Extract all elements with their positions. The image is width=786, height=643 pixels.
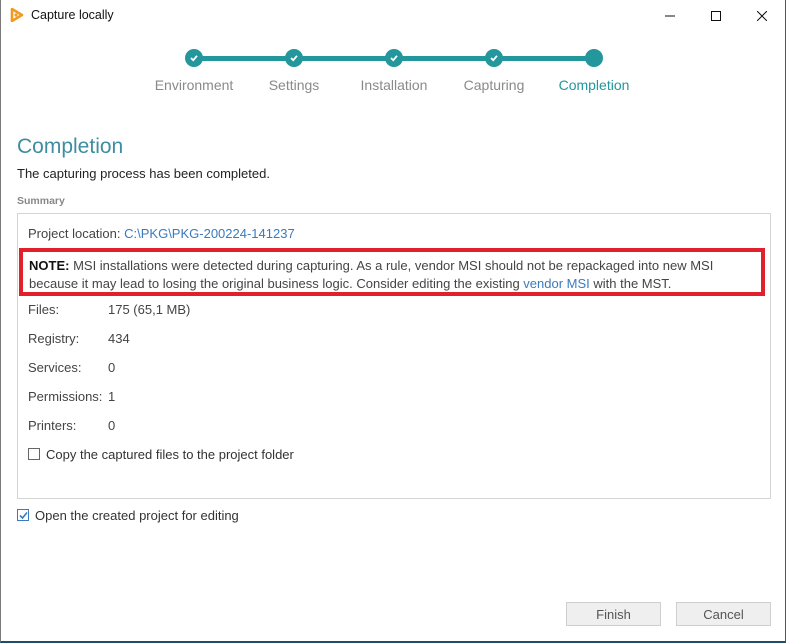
copy-files-checkbox[interactable]	[28, 448, 40, 460]
stat-row-files: Files: 175 (65,1 MB)	[28, 302, 190, 317]
step-label-installation: Installation	[360, 77, 428, 93]
step-environment-marker	[185, 49, 203, 67]
stat-row-permissions: Permissions: 1	[28, 389, 115, 404]
stat-label: Permissions:	[28, 389, 103, 404]
project-location-link[interactable]: C:\PKG\PKG-200224-141237	[124, 226, 295, 241]
step-settings-marker	[285, 49, 303, 67]
open-project-label: Open the created project for editing	[35, 508, 239, 523]
msi-warning-note: NOTE: MSI installations were detected du…	[19, 248, 765, 296]
stat-label: Registry:	[28, 331, 80, 346]
stat-value: 434	[108, 331, 130, 346]
step-label-completion: Completion	[558, 77, 630, 93]
close-button[interactable]	[739, 0, 785, 31]
finish-button[interactable]: Finish	[566, 602, 661, 626]
app-logo-icon	[10, 8, 24, 22]
step-completion-marker	[585, 49, 603, 67]
open-project-option[interactable]: Open the created project for editing	[17, 508, 239, 523]
stat-value: 0	[108, 418, 116, 433]
capture-locally-window: Capture locally Environment Settings Ins…	[0, 0, 786, 643]
maximize-button[interactable]	[693, 0, 739, 31]
open-project-checkbox[interactable]	[17, 509, 29, 521]
copy-files-option[interactable]: Copy the captured files to the project f…	[28, 447, 294, 462]
step-label-capturing: Capturing	[463, 77, 525, 93]
stat-row-registry: Registry: 434	[28, 331, 130, 346]
step-label-environment: Environment	[154, 77, 234, 93]
step-installation-marker	[385, 49, 403, 67]
project-location-label: Project location:	[28, 226, 121, 241]
checkmark-icon	[290, 55, 298, 62]
minimize-icon	[665, 15, 675, 16]
project-location-row: Project location: C:\PKG\PKG-200224-1412…	[28, 226, 295, 241]
stat-value: 175 (65,1 MB)	[108, 302, 191, 317]
note-text-end: with the MST.	[589, 276, 672, 291]
step-capturing-marker	[485, 49, 503, 67]
title-bar: Capture locally	[1, 0, 785, 31]
note-prefix: NOTE:	[29, 258, 70, 273]
checkmark-icon	[490, 55, 498, 62]
copy-files-label: Copy the captured files to the project f…	[46, 447, 294, 462]
checkmark-icon	[390, 55, 398, 62]
window-title: Capture locally	[31, 8, 114, 22]
summary-section-label: Summary	[17, 195, 65, 207]
step-label-settings: Settings	[268, 77, 320, 93]
maximize-icon	[711, 10, 721, 21]
minimize-button[interactable]	[647, 0, 693, 31]
stat-label: Services:	[28, 360, 82, 375]
checkmark-icon	[19, 511, 28, 520]
completion-message: The capturing process has been completed…	[17, 166, 270, 181]
stat-value: 0	[108, 360, 116, 375]
checkmark-icon	[190, 55, 198, 62]
page-title: Completion	[17, 135, 124, 158]
vendor-msi-link[interactable]: vendor MSI	[523, 276, 589, 291]
stat-row-printers: Printers: 0	[28, 418, 115, 433]
stat-value: 1	[108, 389, 116, 404]
stat-row-services: Services: 0	[28, 360, 115, 375]
stat-label: Files:	[28, 302, 60, 317]
stat-label: Printers:	[28, 418, 77, 433]
cancel-button[interactable]: Cancel	[676, 602, 771, 626]
close-icon	[757, 10, 767, 21]
